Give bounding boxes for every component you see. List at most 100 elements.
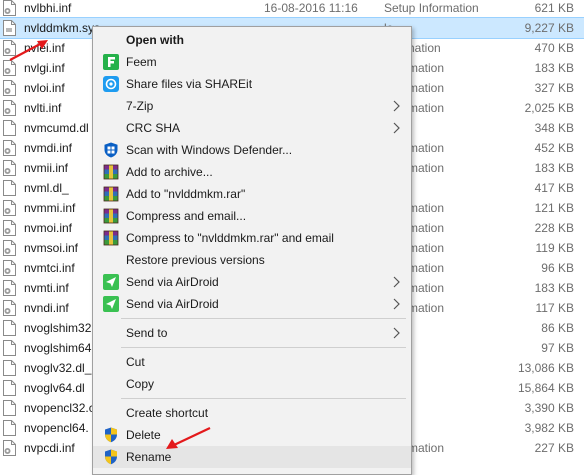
sys-file-icon <box>3 20 16 36</box>
file-name: nvmtci.inf <box>24 261 75 275</box>
file-size: 96 KB <box>541 261 574 275</box>
file-size: 121 KB <box>534 201 574 215</box>
menu-item-compress-to-nvlddmkm-rar-and-email[interactable]: Compress to "nvlddmkm.rar" and email <box>93 227 411 249</box>
file-name: nvoglshim64 <box>24 341 92 355</box>
feem-icon <box>103 54 119 70</box>
menu-item-cut[interactable]: Cut <box>93 351 411 373</box>
file-size: 470 KB <box>534 41 574 55</box>
menu-item-label: Scan with Windows Defender... <box>126 143 293 157</box>
file-name: nvmii.inf <box>24 161 69 175</box>
inf-gear-icon <box>3 40 16 56</box>
chevron-right-icon <box>392 298 402 310</box>
menu-separator <box>121 318 406 319</box>
menu-item-label: 7-Zip <box>126 99 154 113</box>
menu-item-send-via-airdroid[interactable]: Send via AirDroid <box>93 293 411 315</box>
file-name: nvoglv64.dl <box>24 381 85 395</box>
file-name: nvml.dl_ <box>24 181 69 195</box>
file-size: 3,982 KB <box>524 421 574 435</box>
menu-item-add-to-nvlddmkm-rar[interactable]: Add to "nvlddmkm.rar" <box>93 183 411 205</box>
file-type: Setup Information <box>384 1 479 15</box>
file-size: 621 KB <box>534 1 574 15</box>
file-name: nvlgi.inf <box>24 61 65 75</box>
menu-item-7-zip[interactable]: 7-Zip <box>93 95 411 117</box>
uac-shield-icon <box>103 449 119 465</box>
airdroid-icon <box>103 274 119 290</box>
inf-gear-icon <box>3 140 16 156</box>
chevron-right-icon <box>392 327 402 339</box>
file-icon <box>3 360 16 376</box>
file-name: nvndi.inf <box>24 301 69 315</box>
windows-defender-icon <box>103 142 119 158</box>
file-size: 183 KB <box>534 161 574 175</box>
file-name: nvmmi.inf <box>24 201 76 215</box>
uac-shield-icon <box>103 427 119 443</box>
menu-item-label: Compress to "nvlddmkm.rar" and email <box>126 231 334 245</box>
file-name: nvmdi.inf <box>24 141 73 155</box>
file-size: 2,025 KB <box>524 101 574 115</box>
menu-item-create-shortcut[interactable]: Create shortcut <box>93 402 411 424</box>
menu-item-open-with[interactable]: Open with <box>93 29 411 51</box>
chevron-right-icon <box>392 100 402 112</box>
file-icon <box>3 420 16 436</box>
inf-gear-icon <box>3 200 16 216</box>
menu-separator <box>121 347 406 348</box>
file-icon <box>3 320 16 336</box>
file-name: nvmti.inf <box>24 281 69 295</box>
file-size: 97 KB <box>541 341 574 355</box>
file-size: 13,086 KB <box>517 361 574 375</box>
file-size: 9,227 KB <box>524 21 574 35</box>
inf-gear-icon <box>3 100 16 116</box>
file-icon <box>3 180 16 196</box>
menu-item-send-to[interactable]: Send to <box>93 322 411 344</box>
file-size: 15,864 KB <box>517 381 574 395</box>
chevron-right-icon <box>392 122 402 134</box>
menu-item-compress-and-email[interactable]: Compress and email... <box>93 205 411 227</box>
file-icon <box>3 340 16 356</box>
menu-item-label: Cut <box>126 355 145 369</box>
shareit-icon <box>103 76 119 92</box>
file-name: nvmcumd.dl <box>24 121 89 135</box>
menu-item-copy[interactable]: Copy <box>93 373 411 395</box>
menu-item-share-files-via-shareit[interactable]: Share files via SHAREit <box>93 73 411 95</box>
menu-item-label: Rename <box>126 450 172 464</box>
file-size: 327 KB <box>534 81 574 95</box>
menu-item-add-to-archive[interactable]: Add to archive... <box>93 161 411 183</box>
menu-item-send-via-airdroid[interactable]: Send via AirDroid <box>93 271 411 293</box>
inf-gear-icon <box>3 280 16 296</box>
chevron-right-icon <box>392 276 402 288</box>
menu-item-label: Open with <box>126 33 184 47</box>
menu-item-label: Send via AirDroid <box>126 297 219 311</box>
menu-item-scan-with-windows-defender[interactable]: Scan with Windows Defender... <box>93 139 411 161</box>
file-size: 417 KB <box>534 181 574 195</box>
winrar-icon <box>103 230 119 246</box>
menu-separator <box>121 398 406 399</box>
airdroid-icon <box>103 296 119 312</box>
menu-item-label: Add to "nvlddmkm.rar" <box>126 187 246 201</box>
file-size: 183 KB <box>534 281 574 295</box>
file-row[interactable]: nvlbhi.inf 16-08-2016 11:16 Setup Informat… <box>0 0 584 18</box>
inf-gear-icon <box>3 440 16 456</box>
menu-item-rename[interactable]: Rename <box>93 446 411 468</box>
file-name: nvoglv32.dl_ <box>24 361 92 375</box>
menu-item-label: Share files via SHAREit <box>126 77 253 91</box>
file-name: nvloi.inf <box>24 81 65 95</box>
inf-gear-icon <box>3 300 16 316</box>
menu-item-crc-sha[interactable]: CRC SHA <box>93 117 411 139</box>
file-name: nvmsoi.inf <box>24 241 79 255</box>
menu-item-feem[interactable]: Feem <box>93 51 411 73</box>
file-size: 452 KB <box>534 141 574 155</box>
file-size: 117 KB <box>535 301 574 315</box>
menu-item-label: Add to archive... <box>126 165 213 179</box>
winrar-icon <box>103 186 119 202</box>
file-icon <box>3 120 16 136</box>
inf-gear-icon <box>3 240 16 256</box>
menu-item-label: Delete <box>126 428 161 442</box>
file-name: nvlti.inf <box>24 101 62 115</box>
menu-item-delete[interactable]: Delete <box>93 424 411 446</box>
file-size: 119 KB <box>535 241 574 255</box>
menu-item-restore-previous-versions[interactable]: Restore previous versions <box>93 249 411 271</box>
menu-item-label: Send to <box>126 326 168 340</box>
menu-item-label: Feem <box>126 55 157 69</box>
winrar-icon <box>103 208 119 224</box>
file-name: nvpcdi.inf <box>24 441 75 455</box>
